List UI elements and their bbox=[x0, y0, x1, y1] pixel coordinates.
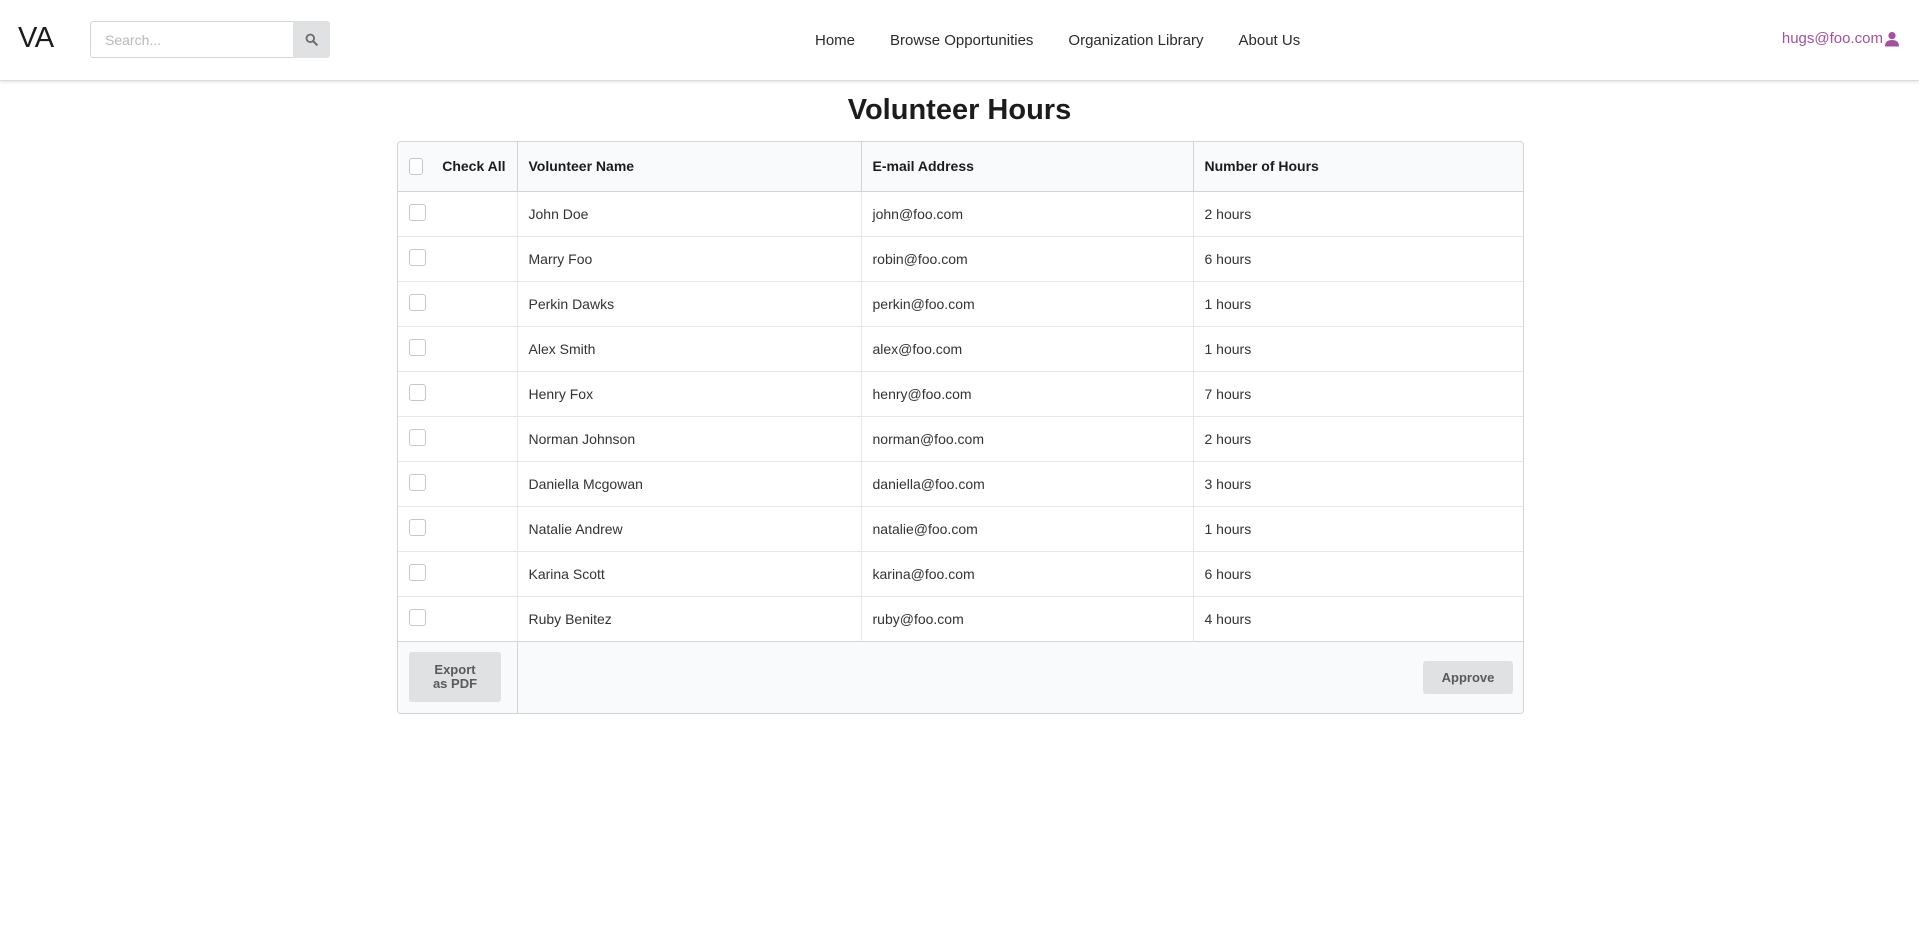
row-checkbox-cell bbox=[398, 191, 517, 236]
approve-button[interactable]: Approve bbox=[1423, 660, 1513, 694]
volunteer-name-cell: Henry Fox bbox=[516, 370, 861, 416]
row-checkbox-cell bbox=[398, 460, 517, 506]
volunteer-name-cell: Daniella Mcgowan bbox=[516, 460, 861, 506]
nav-about-us[interactable]: About Us bbox=[1239, 31, 1301, 51]
search-button[interactable] bbox=[293, 21, 330, 58]
email-cell: perkin@foo.com bbox=[860, 280, 1193, 326]
nav-organization-library[interactable]: Organization Library bbox=[1068, 31, 1203, 51]
export-button-line2: as PDF bbox=[432, 676, 478, 692]
check-all-checkbox[interactable] bbox=[409, 157, 424, 175]
row-checkbox[interactable] bbox=[409, 518, 426, 536]
hours-cell: 4 hours bbox=[1192, 595, 1523, 641]
table-footer-row: Export as PDF Approve bbox=[398, 640, 1523, 713]
nav-browse-opportunities[interactable]: Browse Opportunities bbox=[890, 31, 1033, 51]
volunteer-name-cell: Marry Foo bbox=[516, 235, 861, 281]
user-icon bbox=[1885, 32, 1899, 47]
brand-logo[interactable]: VA bbox=[18, 20, 54, 56]
table-header-row: Check All Volunteer Name E-mail Address … bbox=[398, 142, 1523, 192]
search-icon bbox=[305, 33, 318, 46]
search-input[interactable] bbox=[90, 21, 293, 58]
top-navbar: VA Home Browse Opportunities Organizatio… bbox=[0, 0, 1919, 81]
email-cell: robin@foo.com bbox=[860, 235, 1193, 281]
table-row: Marry Foo robin@foo.com 6 hours bbox=[398, 235, 1523, 281]
export-button-line1: Export bbox=[434, 662, 476, 678]
table-row: Alex Smith alex@foo.com 1 hours bbox=[398, 325, 1523, 371]
email-cell: norman@foo.com bbox=[860, 415, 1193, 461]
hours-cell: 3 hours bbox=[1192, 460, 1523, 506]
check-all-label: Check All bbox=[442, 158, 506, 175]
email-cell: daniella@foo.com bbox=[860, 460, 1193, 506]
hours-cell: 2 hours bbox=[1192, 415, 1523, 461]
row-checkbox[interactable] bbox=[409, 608, 426, 626]
hours-cell: 1 hours bbox=[1192, 280, 1523, 326]
row-checkbox-cell bbox=[398, 415, 517, 461]
email-cell: alex@foo.com bbox=[860, 325, 1193, 371]
hours-cell: 2 hours bbox=[1192, 191, 1523, 236]
row-checkbox-cell bbox=[398, 595, 517, 641]
row-checkbox[interactable] bbox=[409, 563, 426, 581]
email-cell: natalie@foo.com bbox=[860, 505, 1193, 551]
email-cell: henry@foo.com bbox=[860, 370, 1193, 416]
email-cell: john@foo.com bbox=[860, 191, 1193, 236]
row-checkbox-cell bbox=[398, 325, 517, 371]
table-row: Henry Fox henry@foo.com 7 hours bbox=[398, 370, 1523, 416]
table-row: Norman Johnson norman@foo.com 2 hours bbox=[398, 415, 1523, 461]
row-checkbox-cell bbox=[398, 235, 517, 281]
page-title: Volunteer Hours bbox=[847, 94, 1072, 126]
table-row: Daniella Mcgowan daniella@foo.com 3 hours bbox=[398, 460, 1523, 506]
row-checkbox[interactable] bbox=[409, 248, 426, 266]
nav-home[interactable]: Home bbox=[815, 31, 855, 51]
row-checkbox[interactable] bbox=[409, 293, 426, 311]
volunteer-name-cell: Natalie Andrew bbox=[516, 505, 861, 551]
volunteer-hours-table: Check All Volunteer Name E-mail Address … bbox=[397, 141, 1524, 714]
row-checkbox[interactable] bbox=[409, 383, 426, 401]
table-row: Perkin Dawks perkin@foo.com 1 hours bbox=[398, 280, 1523, 326]
row-checkbox[interactable] bbox=[409, 338, 426, 356]
hours-cell: 6 hours bbox=[1192, 550, 1523, 596]
volunteer-name-cell: Ruby Benitez bbox=[516, 595, 861, 641]
volunteer-name-cell: Norman Johnson bbox=[516, 415, 861, 461]
volunteer-name-cell: Perkin Dawks bbox=[516, 280, 861, 326]
main-nav: Home Browse Opportunities Organization L… bbox=[815, 0, 1300, 81]
column-header-email-address: E-mail Address bbox=[860, 142, 1193, 192]
user-account-link[interactable]: hugs@foo.com bbox=[1782, 29, 1900, 49]
table-row: John Doe john@foo.com 2 hours bbox=[398, 191, 1523, 236]
hours-cell: 1 hours bbox=[1192, 505, 1523, 551]
row-checkbox[interactable] bbox=[409, 203, 426, 221]
email-cell: karina@foo.com bbox=[860, 550, 1193, 596]
volunteer-name-cell: John Doe bbox=[516, 191, 861, 236]
row-checkbox-cell bbox=[398, 505, 517, 551]
search-bar bbox=[90, 21, 330, 58]
volunteer-name-cell: Alex Smith bbox=[516, 325, 861, 371]
table-row: Karina Scott karina@foo.com 6 hours bbox=[398, 550, 1523, 596]
hours-cell: 1 hours bbox=[1192, 325, 1523, 371]
hours-cell: 6 hours bbox=[1192, 235, 1523, 281]
row-checkbox-cell bbox=[398, 550, 517, 596]
column-header-volunteer-name: Volunteer Name bbox=[516, 142, 861, 192]
table-row: Natalie Andrew natalie@foo.com 1 hours bbox=[398, 505, 1523, 551]
row-checkbox[interactable] bbox=[409, 473, 426, 491]
hours-cell: 7 hours bbox=[1192, 370, 1523, 416]
volunteer-name-cell: Karina Scott bbox=[516, 550, 861, 596]
check-all-header: Check All bbox=[398, 142, 517, 192]
row-checkbox-cell bbox=[398, 370, 517, 416]
footer-approve-cell: Approve bbox=[516, 640, 1523, 713]
row-checkbox[interactable] bbox=[409, 428, 426, 446]
row-checkbox-cell bbox=[398, 280, 517, 326]
table-row: Ruby Benitez ruby@foo.com 4 hours bbox=[398, 595, 1523, 641]
footer-export-cell: Export as PDF bbox=[398, 640, 517, 713]
export-pdf-button[interactable]: Export as PDF bbox=[409, 652, 501, 703]
user-email: hugs@foo.com bbox=[1781, 30, 1883, 47]
email-cell: ruby@foo.com bbox=[860, 595, 1193, 641]
column-header-number-of-hours: Number of Hours bbox=[1192, 142, 1523, 192]
